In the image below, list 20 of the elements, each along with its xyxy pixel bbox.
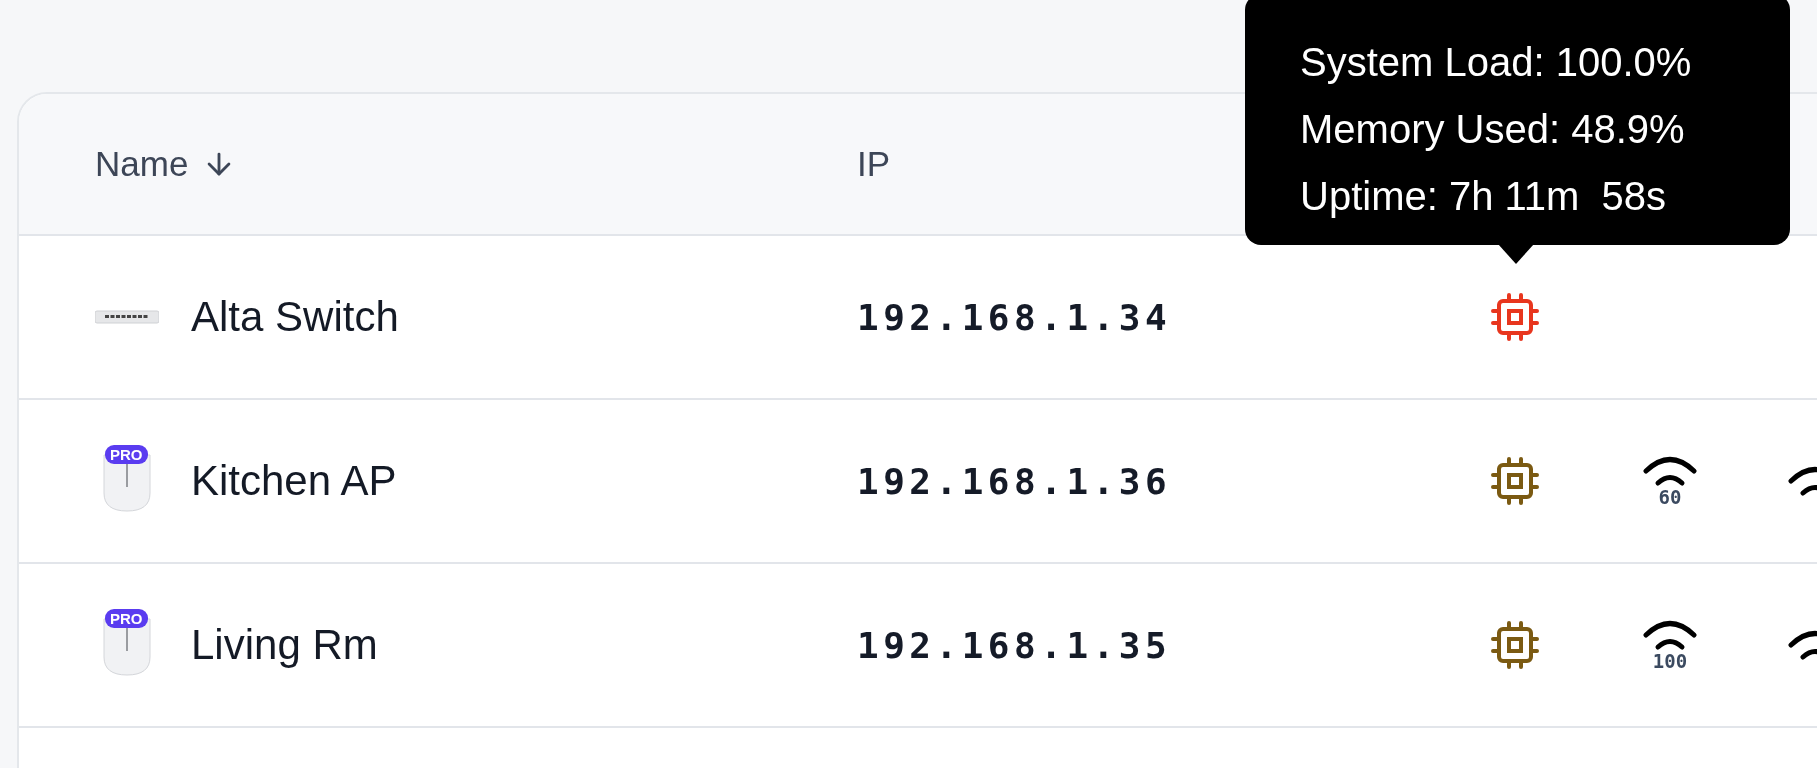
signal-reading: 60: [1658, 486, 1682, 508]
table-row[interactable]: PRO Kitchen AP 192.168.1.36 60: [19, 400, 1817, 564]
device-name: Alta Switch: [191, 293, 399, 341]
tooltip-line: System Load: 100.0%: [1300, 39, 1693, 86]
tooltip-line: Memory Used: 48.9%: [1300, 106, 1686, 153]
device-name: Living Rm: [191, 621, 378, 669]
ip-address: 192.168.1.34: [857, 296, 1172, 338]
signal-reading: 100: [1652, 650, 1688, 672]
wifi-icon: [1642, 618, 1698, 652]
ip-address: 192.168.1.36: [857, 460, 1172, 502]
pro-badge: PRO: [105, 445, 148, 464]
ip-address: 192.168.1.35: [857, 624, 1172, 666]
network-switch-icon: [95, 309, 159, 325]
tooltip-line: Uptime: 7h 11m 58s: [1300, 173, 1668, 220]
wifi-icon: [1642, 454, 1698, 488]
column-header[interactable]: IP: [857, 144, 891, 184]
pro-badge: PRO: [105, 609, 148, 628]
table-row[interactable]: PRO Living Rm 192.168.1.35 100: [19, 564, 1817, 728]
device-name: Kitchen AP: [191, 457, 397, 505]
column-header[interactable]: Name: [95, 144, 189, 184]
